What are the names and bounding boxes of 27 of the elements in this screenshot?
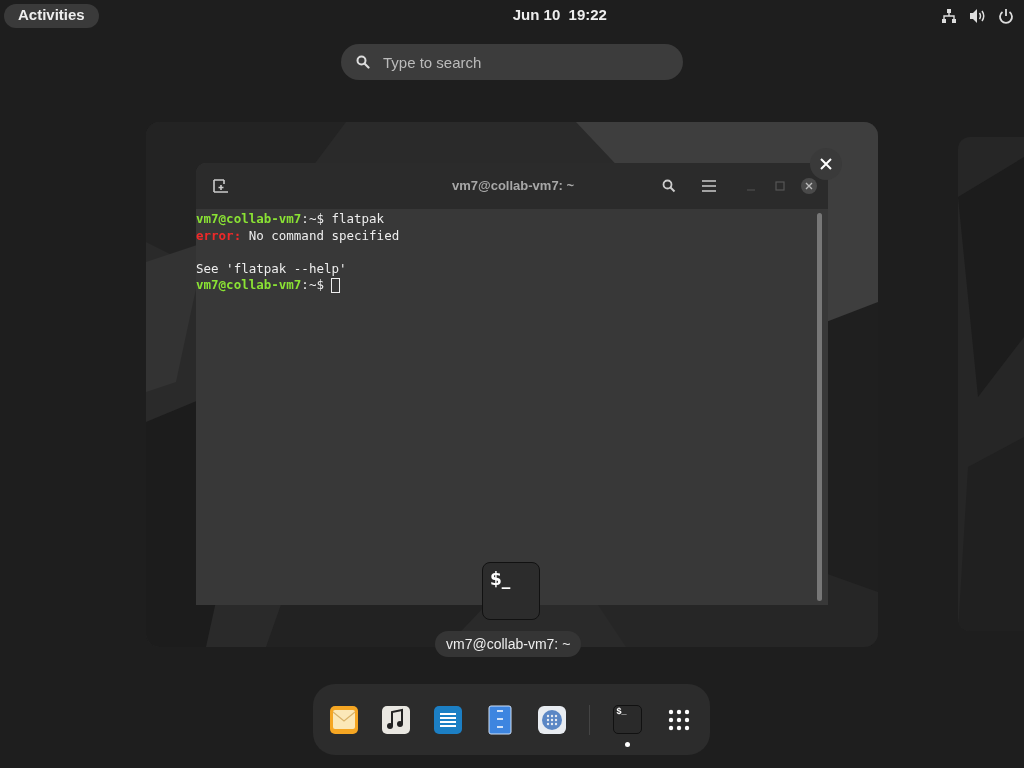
activities-button[interactable]: Activities [4, 3, 99, 28]
mail-icon[interactable] [329, 704, 359, 735]
music-icon[interactable] [381, 704, 411, 735]
close-icon[interactable] [801, 178, 817, 194]
new-tab-icon[interactable] [213, 179, 229, 193]
terminal-line: See 'flatpak --help' [196, 260, 347, 277]
app-store-icon[interactable] [537, 704, 567, 735]
search-field[interactable]: Type to search [341, 44, 683, 80]
window-label: vm7@collab-vm7: ~ [435, 631, 582, 657]
close-icon [820, 158, 832, 170]
clock[interactable]: Jun 10 19:22 [512, 4, 607, 27]
window-title: vm7@collab-vm7: ~ [452, 177, 575, 196]
menu-icon[interactable] [702, 180, 716, 192]
terminal-line: vm7@collab-vm7:~$ [196, 277, 325, 294]
terminal-line: vm7@collab-vm7:~$ flatpak [196, 211, 385, 228]
search-icon [356, 55, 370, 69]
prompt-symbol: $_ [490, 569, 511, 589]
search-icon[interactable] [662, 179, 676, 193]
text-editor-icon[interactable] [433, 704, 463, 735]
terminal-line: error: No command specified [196, 227, 400, 244]
volume-icon[interactable] [969, 7, 986, 24]
power-icon[interactable] [998, 7, 1014, 24]
app-grid-icon[interactable] [668, 708, 690, 731]
network-icon[interactable] [941, 7, 957, 24]
terminal-icon[interactable]: $_ [612, 705, 642, 734]
file-cabinet-icon[interactable] [488, 704, 512, 735]
scrollbar[interactable] [817, 213, 822, 601]
